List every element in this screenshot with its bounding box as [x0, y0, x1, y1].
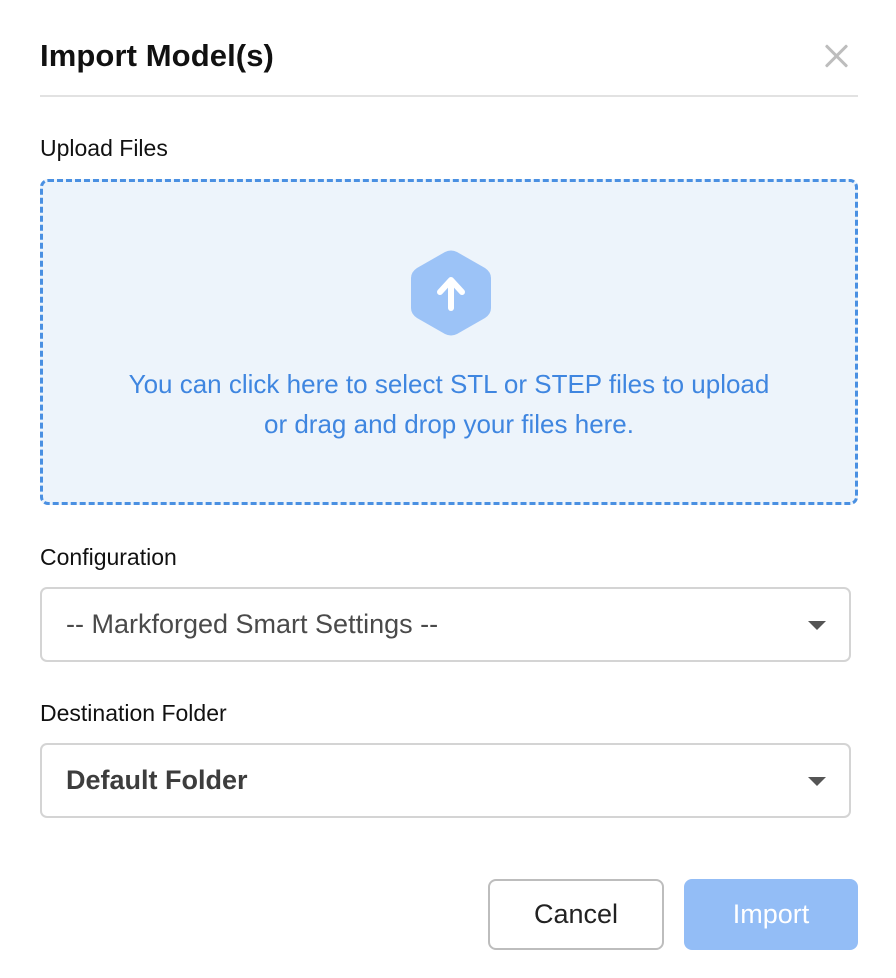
cancel-button[interactable]: Cancel: [488, 879, 664, 950]
chevron-down-icon: [808, 777, 826, 786]
configuration-selected-value: -- Markforged Smart Settings --: [66, 609, 439, 639]
dropzone-instructions-line2: or drag and drop your files here.: [264, 409, 634, 439]
configuration-select[interactable]: -- Markforged Smart Settings --: [40, 587, 851, 662]
configuration-label: Configuration: [40, 544, 177, 570]
import-button[interactable]: Import: [684, 879, 858, 950]
destination-folder-select[interactable]: Default Folder: [40, 743, 851, 818]
import-model-dialog: Import Model(s) Upload Files You can cli…: [0, 0, 896, 978]
dialog-title: Import Model(s): [40, 38, 274, 73]
destination-folder-label: Destination Folder: [40, 700, 227, 726]
destination-selected-value: Default Folder: [66, 765, 248, 795]
chevron-down-icon: [808, 621, 826, 630]
upload-arrow-icon: [411, 250, 491, 336]
upload-files-label: Upload Files: [40, 135, 168, 161]
dialog-header: Import Model(s): [40, 0, 858, 97]
dropzone-instructions-line1: You can click here to select STL or STEP…: [128, 369, 770, 399]
file-dropzone[interactable]: You can click here to select STL or STEP…: [40, 179, 858, 505]
close-icon[interactable]: [821, 40, 853, 72]
